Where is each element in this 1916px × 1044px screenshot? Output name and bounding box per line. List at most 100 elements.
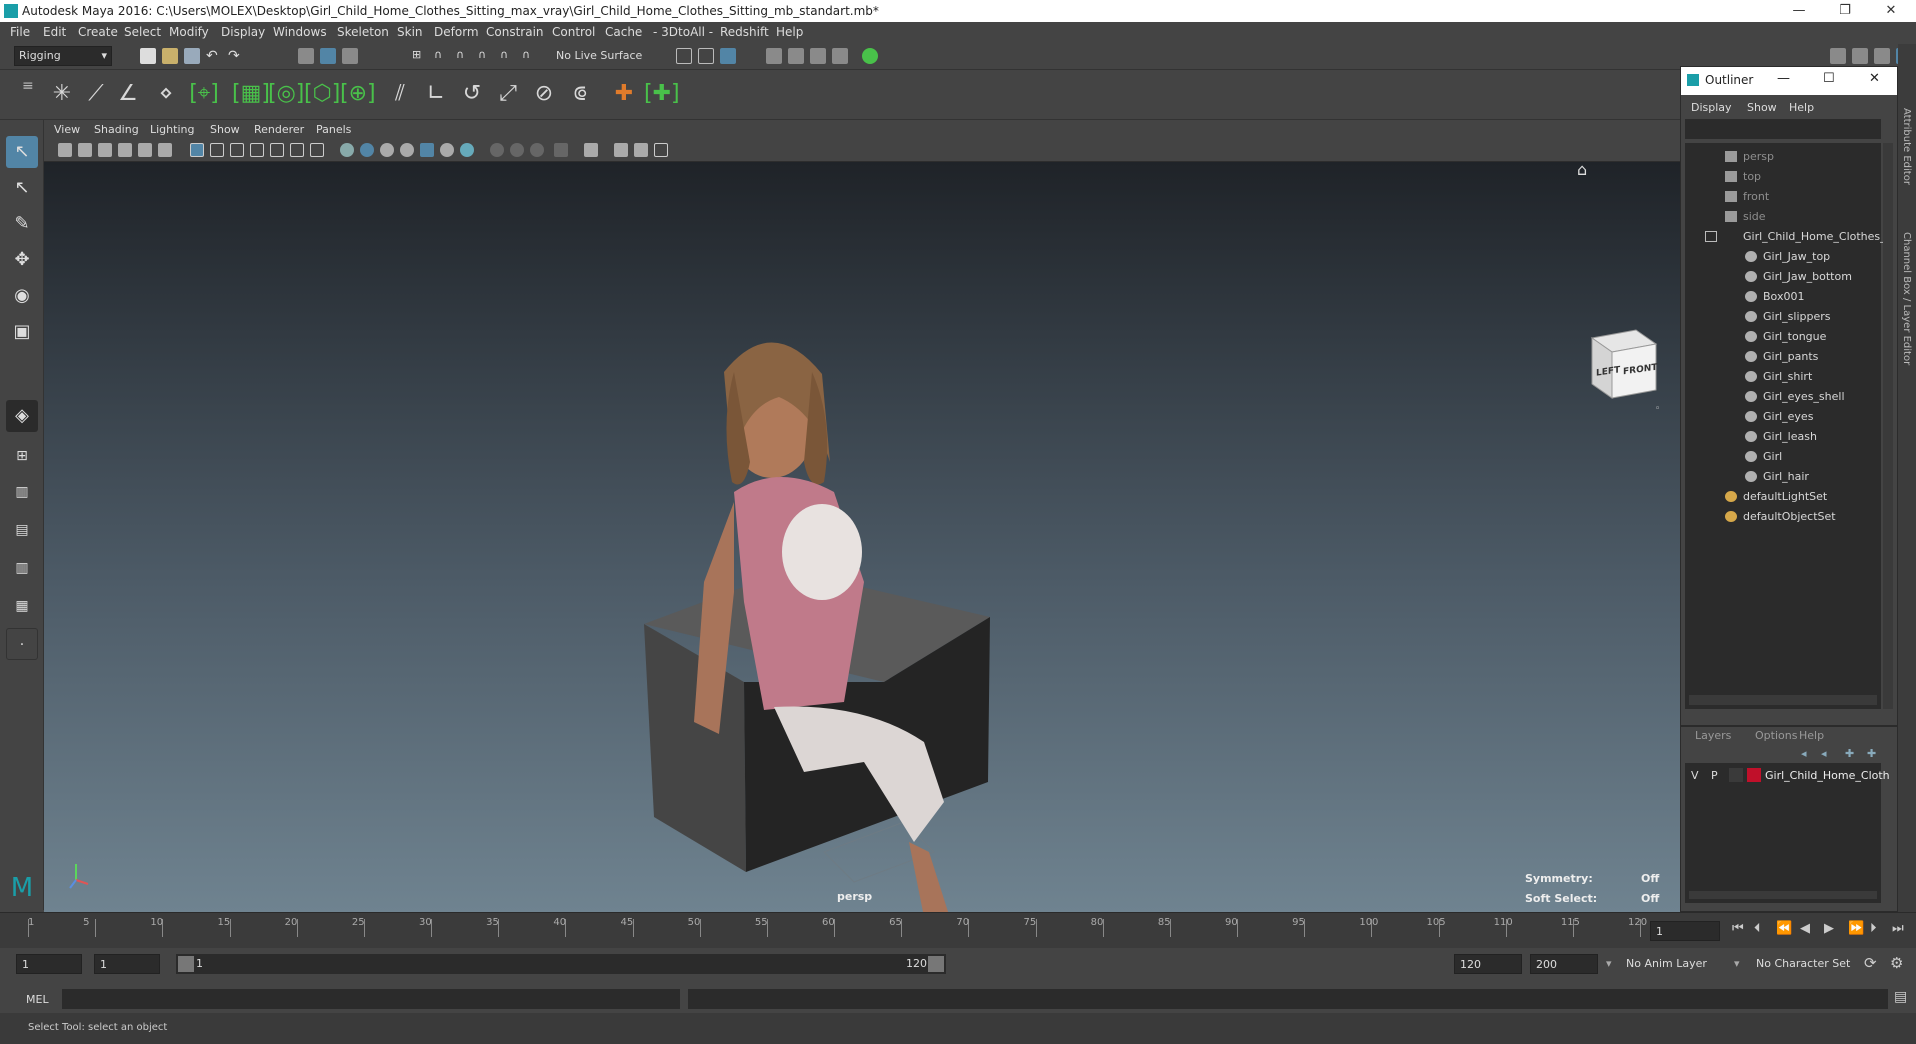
command-input[interactable] xyxy=(62,989,680,1009)
outliner-close-icon[interactable]: ✕ xyxy=(1869,71,1880,86)
panel-menu-shading[interactable]: Shading xyxy=(94,123,139,136)
create-joint-icon[interactable]: ✳ xyxy=(46,78,78,110)
outliner-menu-display[interactable]: Display xyxy=(1691,101,1732,114)
layer-name[interactable]: Girl_Child_Home_Cloth xyxy=(1765,769,1890,782)
lasso-tool-icon[interactable]: ↖ xyxy=(6,172,38,204)
paint-weights-icon[interactable]: ⟃ xyxy=(564,78,596,110)
move-layer-down-icon[interactable]: ◂ xyxy=(1821,747,1835,761)
character-set-dropdown[interactable]: No Character Set xyxy=(1756,957,1850,970)
undo-icon[interactable]: ↶ xyxy=(206,48,222,64)
outliner-search-input[interactable] xyxy=(1685,119,1881,139)
grease-pencil-icon[interactable] xyxy=(158,143,172,157)
outliner-item-child[interactable]: Girl_shirt xyxy=(1685,367,1885,387)
menu-constrain[interactable]: Constrain xyxy=(486,25,544,39)
outliner-item-front[interactable]: front xyxy=(1685,187,1885,207)
film-gate-icon[interactable] xyxy=(210,143,224,157)
menu-skeleton[interactable]: Skeleton xyxy=(337,25,389,39)
wireframe-icon[interactable] xyxy=(340,143,354,157)
layer-type-toggle[interactable] xyxy=(1729,768,1743,782)
layers-menu-layers[interactable]: Layers xyxy=(1695,729,1731,742)
restore-button[interactable]: ❐ xyxy=(1822,0,1868,22)
outliner-menu-show[interactable]: Show xyxy=(1747,101,1777,114)
menu-create[interactable]: Create xyxy=(78,25,118,39)
scale-constraint-icon[interactable]: ⤢ xyxy=(492,78,524,110)
anim-layer-dropdown[interactable]: No Anim Layer xyxy=(1626,957,1707,970)
script-editor-icon[interactable]: ▤ xyxy=(1894,989,1907,1005)
layer-color-swatch[interactable] xyxy=(1747,768,1761,782)
menu-control[interactable]: Control xyxy=(552,25,595,39)
layers-menu-options[interactable]: Options xyxy=(1755,729,1797,742)
outliner-item-top[interactable]: top xyxy=(1685,167,1885,187)
outliner-vertical-scrollbar[interactable] xyxy=(1883,143,1893,709)
home-icon[interactable]: ⌂ xyxy=(1577,162,1587,179)
animation-end-field[interactable]: 200 xyxy=(1530,954,1598,974)
menu-3dtoall[interactable]: - 3DtoAll - xyxy=(653,25,713,39)
orient-constraint-icon[interactable]: ∟ xyxy=(420,78,452,110)
outliner-item-child[interactable]: Girl_slippers xyxy=(1685,307,1885,327)
new-layer-selected-icon[interactable]: ✚ xyxy=(1867,747,1881,761)
outliner-persp-layout-icon[interactable]: ▥ xyxy=(6,476,38,508)
move-layer-up-icon[interactable]: ◂ xyxy=(1801,747,1815,761)
render-settings-icon[interactable] xyxy=(810,48,826,64)
new-layer-icon[interactable]: ✚ xyxy=(1845,747,1859,761)
script-persp-layout-icon[interactable]: ▥ xyxy=(6,552,38,584)
collapse-icon[interactable] xyxy=(1705,231,1717,242)
panel-menu-lighting[interactable]: Lighting xyxy=(150,123,194,136)
xray-icon[interactable] xyxy=(584,143,598,157)
panel-menu-view[interactable]: View xyxy=(54,123,80,136)
outliner-menu-help[interactable]: Help xyxy=(1789,101,1814,114)
select-object-icon[interactable] xyxy=(320,48,336,64)
ik-spline-icon[interactable]: ⋄ xyxy=(150,78,182,110)
select-tool-icon[interactable]: ↖ xyxy=(6,136,38,168)
outliner-item-child[interactable]: Girl_eyes_shell xyxy=(1685,387,1885,407)
xray-active-icon[interactable] xyxy=(614,143,628,157)
chevron-down-icon[interactable]: ▾ xyxy=(1734,957,1740,970)
viewport-persp[interactable]: ⌂ LEFT FRONT ◦ Symmetry: Off Soft Select… xyxy=(44,162,1680,912)
image-plane-icon[interactable] xyxy=(118,143,132,157)
chevron-down-icon[interactable]: ▾ xyxy=(1606,957,1612,970)
auto-key-icon[interactable]: ⟳ xyxy=(1864,954,1877,972)
outliner-maximize-icon[interactable]: ☐ xyxy=(1823,71,1835,86)
outliner-item-child[interactable]: Girl_eyes xyxy=(1685,407,1885,427)
viewcube-menu-icon[interactable]: ◦ xyxy=(1655,404,1660,414)
bind-skin-icon[interactable]: ⫽ xyxy=(384,78,416,110)
menu-redshift[interactable]: Redshift xyxy=(720,25,769,39)
current-frame-field[interactable]: 1 xyxy=(1650,921,1720,941)
playback-end-field[interactable]: 120 xyxy=(1454,954,1522,974)
panel-menu-panels[interactable]: Panels xyxy=(316,123,351,136)
menu-modify[interactable]: Modify xyxy=(169,25,209,39)
outliner-item-set[interactable]: defaultLightSet xyxy=(1685,487,1885,507)
select-hierarchy-icon[interactable] xyxy=(298,48,314,64)
render-frame-icon[interactable] xyxy=(766,48,782,64)
resolution-gate-icon[interactable] xyxy=(230,143,244,157)
animation-start-field[interactable]: 1 xyxy=(16,954,82,974)
command-language-toggle[interactable]: MEL xyxy=(26,993,49,1006)
menu-windows[interactable]: Windows xyxy=(273,25,327,39)
layers-menu-help[interactable]: Help xyxy=(1799,729,1824,742)
lattice-icon[interactable]: [◎] xyxy=(268,78,304,110)
ik-handle-icon[interactable]: ∠ xyxy=(112,78,144,110)
xray-joints-icon[interactable] xyxy=(634,143,648,157)
outliner-item-child[interactable]: Box001 xyxy=(1685,287,1885,307)
move-tool-icon[interactable]: ✥ xyxy=(6,244,38,276)
menu-skin[interactable]: Skin xyxy=(397,25,423,39)
go-to-start-icon[interactable]: ⏮ xyxy=(1732,921,1744,936)
multisample-aa-icon[interactable] xyxy=(510,143,524,157)
tool-settings-toggle-icon[interactable] xyxy=(1874,48,1890,64)
hypershade-persp-layout-icon[interactable]: ▦ xyxy=(6,590,38,622)
range-start-handle[interactable] xyxy=(178,956,194,972)
panel-menu-renderer[interactable]: Renderer xyxy=(254,123,304,136)
point-constraint-icon[interactable]: ✚ xyxy=(608,78,640,110)
minimize-button[interactable]: — xyxy=(1776,0,1822,22)
cluster-icon[interactable]: [▦] xyxy=(232,78,270,110)
channel-box-tab[interactable]: Channel Box / Layer Editor xyxy=(1901,232,1912,365)
time-ruler[interactable]: 1 5 10 15 20 25 30 35 40 45 50 55 60 65 70 75 80 85 90 95 1… xyxy=(28,913,1647,949)
step-back-key-icon[interactable]: ⏪ xyxy=(1776,921,1792,936)
snap-surface-icon[interactable]: ∩ xyxy=(500,48,516,64)
safe-title-icon[interactable] xyxy=(310,143,324,157)
step-forward-key-icon[interactable]: ⏩ xyxy=(1848,921,1864,936)
parent-constraint-icon[interactable]: [✚] xyxy=(644,78,680,110)
snap-point-icon[interactable]: ∩ xyxy=(456,48,472,64)
rotate-tool-icon[interactable]: ◉ xyxy=(6,280,38,312)
outliner-item-child[interactable]: Girl_pants xyxy=(1685,347,1885,367)
